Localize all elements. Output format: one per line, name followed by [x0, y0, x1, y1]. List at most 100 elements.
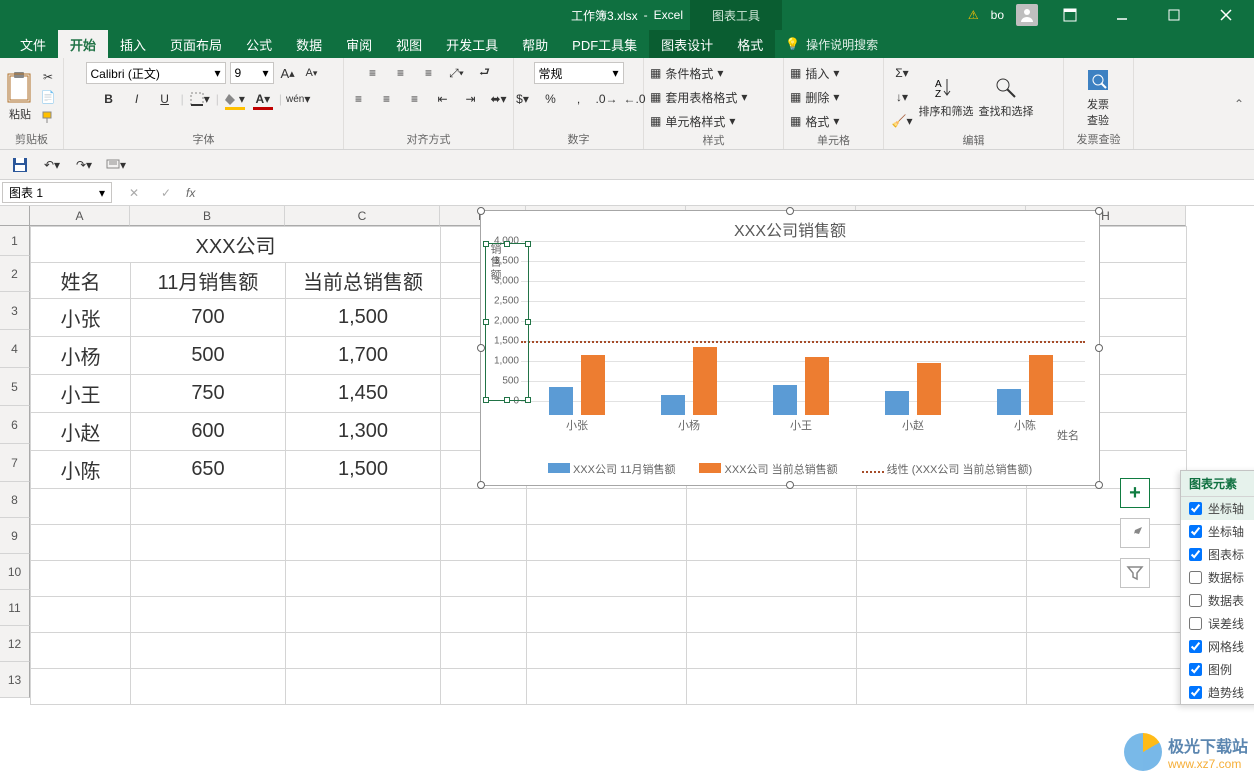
align-left-button[interactable]: ≡ [347, 88, 371, 110]
chart-bar[interactable] [997, 389, 1021, 415]
cell[interactable]: 750 [131, 375, 286, 413]
cell[interactable] [1027, 561, 1187, 597]
chart-elements-button[interactable]: + [1120, 478, 1150, 508]
align-right-button[interactable]: ≡ [403, 88, 427, 110]
comma-button[interactable]: , [567, 88, 591, 110]
cell[interactable]: 1,300 [286, 413, 441, 451]
cell[interactable]: 1,700 [286, 337, 441, 375]
cell[interactable]: 1,450 [286, 375, 441, 413]
cell[interactable] [687, 525, 857, 561]
cell[interactable]: 小赵 [31, 413, 131, 451]
cell[interactable]: 当前总销售额 [286, 263, 441, 299]
chart-bar[interactable] [549, 387, 573, 415]
chart-bar[interactable] [773, 385, 797, 415]
cell[interactable] [286, 633, 441, 669]
format-painter-button[interactable] [38, 108, 58, 126]
cell[interactable] [527, 561, 687, 597]
chart-object[interactable]: XXX公司销售额 销售额 姓名 05001,0001,5002,0002,500… [480, 210, 1100, 486]
paste-button[interactable]: 粘贴 [6, 72, 34, 122]
cell[interactable] [286, 669, 441, 705]
fill-button[interactable]: ↓▾ [890, 86, 914, 108]
merge-button[interactable]: ⬌▾ [487, 88, 511, 110]
cell[interactable] [527, 597, 687, 633]
wrap-text-button[interactable]: ⮐ [473, 62, 497, 84]
format-cells-button[interactable]: ▦ 格式 ▾ [790, 110, 839, 132]
tab-视图[interactable]: 视图 [384, 30, 434, 58]
cell[interactable] [31, 633, 131, 669]
cell[interactable] [687, 669, 857, 705]
cell[interactable]: 1,500 [286, 299, 441, 337]
cell[interactable] [687, 561, 857, 597]
align-top-button[interactable]: ≡ [361, 62, 385, 84]
tab-格式[interactable]: 格式 [725, 30, 775, 58]
copy-button[interactable]: 📄 [38, 88, 58, 106]
minimize-button[interactable] [1102, 0, 1142, 30]
delete-cells-button[interactable]: ▦ 删除 ▾ [790, 86, 839, 108]
chart-element-option[interactable]: 坐标轴 [1181, 520, 1254, 543]
cell[interactable] [1027, 525, 1187, 561]
tell-me[interactable]: 💡 操作说明搜索 [775, 30, 888, 58]
row-header[interactable]: 7 [0, 444, 30, 482]
chart-filters-button[interactable] [1120, 558, 1150, 588]
tab-文件[interactable]: 文件 [8, 30, 58, 58]
cell[interactable]: 小张 [31, 299, 131, 337]
cell[interactable] [286, 561, 441, 597]
find-select-button[interactable]: 查找和选择 [978, 75, 1034, 119]
cell[interactable] [131, 633, 286, 669]
cell[interactable] [286, 525, 441, 561]
cell[interactable] [31, 525, 131, 561]
cell[interactable] [1027, 489, 1187, 525]
cell[interactable] [286, 489, 441, 525]
cell[interactable] [441, 633, 527, 669]
row-header[interactable]: 1 [0, 226, 30, 256]
increase-indent-button[interactable]: ⇥ [459, 88, 483, 110]
cell[interactable]: 1,500 [286, 451, 441, 489]
row-header[interactable]: 13 [0, 662, 30, 698]
cell[interactable]: 700 [131, 299, 286, 337]
chart-element-option[interactable]: 误差线 [1181, 612, 1254, 635]
cell[interactable] [31, 597, 131, 633]
tab-审阅[interactable]: 审阅 [334, 30, 384, 58]
qat-customize-button[interactable]: ▾ [104, 154, 128, 176]
cell[interactable] [857, 561, 1027, 597]
cell[interactable] [857, 525, 1027, 561]
cell[interactable] [441, 489, 527, 525]
chart-plot-area[interactable]: 05001,0001,5002,0002,5003,0003,5004,000小… [521, 241, 1085, 415]
cell[interactable] [527, 489, 687, 525]
row-header[interactable]: 6 [0, 406, 30, 444]
tab-开发工具[interactable]: 开发工具 [434, 30, 510, 58]
cancel-formula-button[interactable]: ✕ [122, 182, 146, 204]
cell[interactable] [131, 561, 286, 597]
chart-bar[interactable] [1029, 355, 1053, 415]
cell[interactable] [857, 489, 1027, 525]
ribbon-options-icon[interactable] [1050, 0, 1090, 30]
autosum-button[interactable]: Σ▾ [890, 62, 914, 84]
tab-数据[interactable]: 数据 [284, 30, 334, 58]
cell[interactable] [131, 669, 286, 705]
cell[interactable] [527, 633, 687, 669]
chart-element-option[interactable]: 趋势线 [1181, 681, 1254, 704]
save-button[interactable] [8, 154, 32, 176]
col-header[interactable]: B [130, 206, 285, 226]
cell[interactable] [131, 489, 286, 525]
cell[interactable]: 小王 [31, 375, 131, 413]
cell[interactable] [687, 633, 857, 669]
invoice-check-button[interactable]: 发票 查验 [1070, 66, 1126, 128]
row-header[interactable]: 2 [0, 256, 30, 292]
fx-icon[interactable]: fx [186, 186, 195, 200]
cell[interactable] [441, 525, 527, 561]
cell[interactable]: 500 [131, 337, 286, 375]
tab-插入[interactable]: 插入 [108, 30, 158, 58]
chart-element-option[interactable]: 网格线 [1181, 635, 1254, 658]
tab-帮助[interactable]: 帮助 [510, 30, 560, 58]
align-center-button[interactable]: ≡ [375, 88, 399, 110]
undo-button[interactable]: ↶▾ [40, 154, 64, 176]
cell[interactable] [31, 561, 131, 597]
sort-filter-button[interactable]: AZ 排序和筛选 [918, 75, 974, 119]
close-button[interactable] [1206, 0, 1246, 30]
cell[interactable]: 650 [131, 451, 286, 489]
chart-bar[interactable] [885, 391, 909, 415]
cell[interactable] [31, 489, 131, 525]
phonetic-button[interactable]: wén▾ [286, 88, 310, 110]
insert-cells-button[interactable]: ▦ 插入 ▾ [790, 62, 839, 84]
